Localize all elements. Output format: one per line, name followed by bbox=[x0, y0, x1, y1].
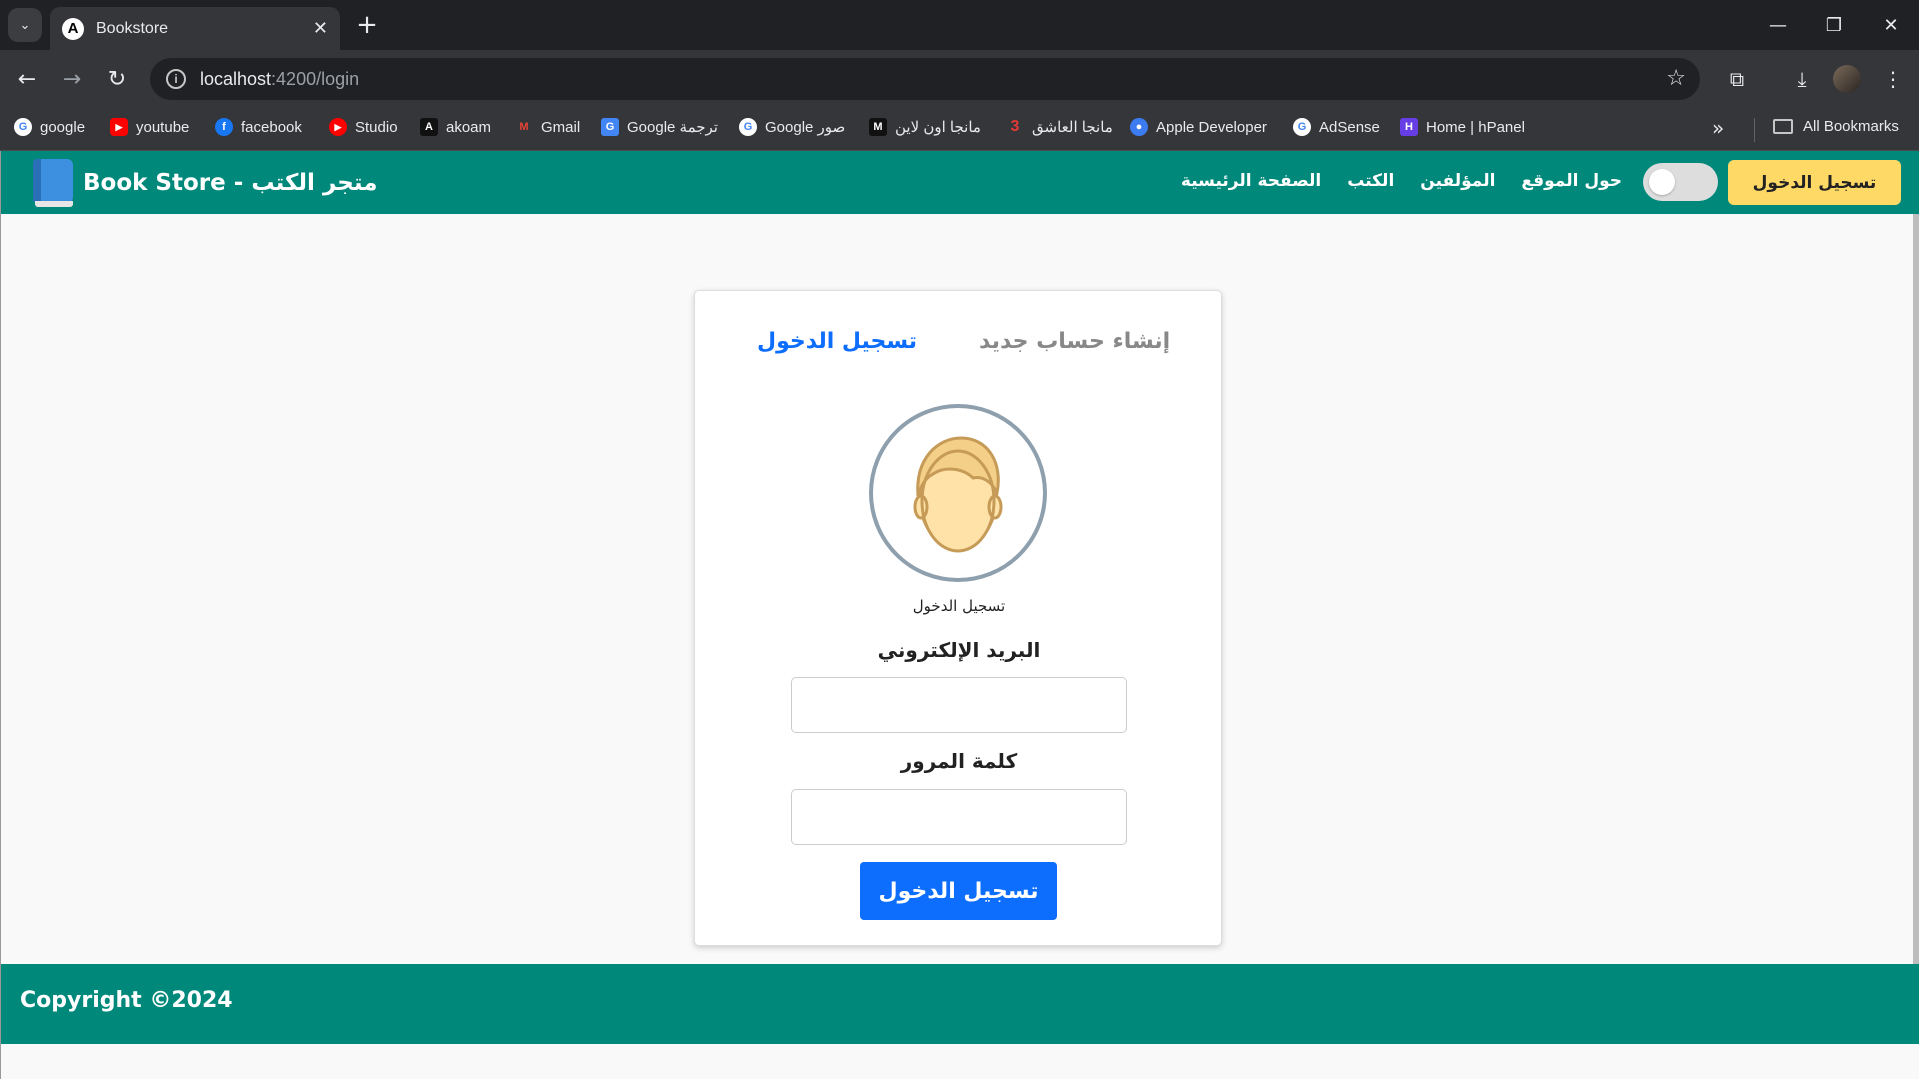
bookmark-label: AdSense bbox=[1319, 118, 1380, 136]
avatar-caption: تسجيل الدخول bbox=[912, 597, 1006, 615]
hostinger-icon: H bbox=[1400, 118, 1418, 136]
browser-tab[interactable]: A Bookstore ✕ bbox=[50, 7, 340, 50]
email-label: البريد الإلكتروني bbox=[877, 638, 1041, 662]
restore-icon[interactable]: ❐ bbox=[1814, 8, 1854, 42]
bookmark-facebook[interactable]: f facebook bbox=[215, 118, 302, 136]
bookmark-google-translate[interactable]: G Google ترجمة bbox=[601, 118, 718, 136]
email-field[interactable] bbox=[791, 677, 1127, 733]
password-label: كلمة المرور bbox=[900, 749, 1018, 773]
bookmark-label: مانجا اون لاين bbox=[895, 119, 981, 136]
tab-close-icon[interactable]: ✕ bbox=[313, 18, 328, 39]
forward-arrow-icon[interactable]: → bbox=[55, 62, 89, 96]
bookmarks-bar: Ggoogle ▶ youtube f facebook ▶ Studio Aakoa… bbox=[0, 108, 1919, 151]
menu-kebab-icon[interactable]: ⋮ bbox=[1876, 62, 1910, 96]
bookmark-manga-lover[interactable]: 3 مانجا العاشق bbox=[1006, 118, 1113, 136]
bookmark-label: Home | hPanel bbox=[1426, 118, 1525, 136]
close-window-icon[interactable]: ✕ bbox=[1871, 8, 1911, 42]
folder-icon bbox=[1773, 119, 1793, 134]
bookmark-manga-online[interactable]: M مانجا اون لاين bbox=[869, 118, 981, 136]
google-translate-icon: G bbox=[601, 118, 619, 136]
site-info-icon[interactable]: i bbox=[166, 69, 186, 89]
brand[interactable]: Book Store - متجر الكتب bbox=[29, 157, 377, 209]
google-icon: G bbox=[1293, 118, 1311, 136]
site-footer: Copyright ©2024 bbox=[1, 964, 1919, 1044]
book-icon bbox=[29, 157, 75, 209]
tab-search-chevron-icon[interactable]: ⌄ bbox=[8, 8, 42, 42]
address-bar[interactable]: i localhost:4200/login ☆ bbox=[150, 58, 1700, 100]
manga-lover-icon: 3 bbox=[1010, 118, 1020, 135]
google-icon: G bbox=[739, 118, 757, 136]
page-viewport: Book Store - متجر الكتب حول الموقع المؤل… bbox=[0, 151, 1919, 1079]
password-field[interactable] bbox=[791, 789, 1127, 845]
bookmark-label: facebook bbox=[241, 118, 302, 136]
more-bookmarks-icon[interactable]: » bbox=[1712, 116, 1724, 140]
bookmark-google[interactable]: Ggoogle bbox=[14, 118, 85, 136]
google-icon: G bbox=[14, 118, 32, 136]
site-navbar: Book Store - متجر الكتب حول الموقع المؤل… bbox=[1, 151, 1919, 214]
youtube-studio-icon: ▶ bbox=[329, 118, 347, 136]
angular-favicon-icon: A bbox=[62, 17, 84, 40]
browser-tabstrip: ⌄ A Bookstore ✕ + — ❐ ✕ bbox=[0, 0, 1919, 50]
brand-title: Book Store - متجر الكتب bbox=[83, 170, 378, 196]
all-bookmarks-label: All Bookmarks bbox=[1803, 118, 1899, 135]
tab-title: Bookstore bbox=[96, 19, 169, 37]
bookmark-label: Google صور bbox=[765, 119, 846, 136]
bookmark-label: akoam bbox=[446, 118, 492, 136]
bookmark-apple-developer[interactable]: ● Apple Developer bbox=[1130, 118, 1267, 136]
bookmark-label: google bbox=[40, 118, 86, 136]
url-text: localhost:4200/login bbox=[200, 69, 359, 90]
page-scrollbar[interactable] bbox=[1913, 214, 1919, 964]
browser-toolbar: ← → ↻ i localhost:4200/login ☆ ⧉ ⤓ ⋮ bbox=[0, 50, 1919, 108]
bookmark-label: Gmail bbox=[541, 118, 581, 136]
nav-link-books[interactable]: الكتب bbox=[1347, 171, 1394, 191]
bookmark-hpanel[interactable]: H Home | hPanel bbox=[1400, 118, 1525, 136]
new-tab-plus-icon[interactable]: + bbox=[352, 10, 382, 40]
akoam-icon: A bbox=[420, 118, 438, 136]
facebook-icon: f bbox=[215, 118, 233, 136]
nav-link-home[interactable]: الصفحة الرئيسية bbox=[1181, 171, 1321, 191]
user-avatar bbox=[869, 404, 1047, 582]
toggle-knob bbox=[1649, 169, 1675, 195]
user-face-icon bbox=[913, 436, 1003, 553]
navbar-login-button[interactable]: تسجيل الدخول bbox=[1728, 160, 1901, 205]
nav-links: حول الموقع المؤلفين الكتب الصفحة الرئيسي… bbox=[1181, 171, 1622, 191]
reload-icon[interactable]: ↻ bbox=[100, 62, 134, 96]
minimize-icon[interactable]: — bbox=[1758, 8, 1798, 42]
bookmark-gmail[interactable]: M Gmail bbox=[515, 118, 580, 136]
login-submit-button[interactable]: تسجيل الدخول bbox=[860, 862, 1057, 920]
bookmark-studio[interactable]: ▶ Studio bbox=[329, 118, 398, 136]
bookmark-google-photos[interactable]: G Google صور bbox=[739, 118, 845, 136]
theme-toggle[interactable] bbox=[1643, 163, 1718, 201]
copyright-text: Copyright ©2024 bbox=[20, 988, 233, 1013]
bookmark-label: Studio bbox=[355, 118, 398, 136]
apple-developer-icon: ● bbox=[1130, 118, 1148, 136]
manga-online-icon: M bbox=[869, 118, 887, 136]
bookmark-label: مانجا العاشق bbox=[1032, 119, 1113, 136]
url-host: localhost bbox=[200, 68, 272, 89]
all-bookmarks-button[interactable]: All Bookmarks bbox=[1773, 118, 1899, 135]
bookmark-adsense[interactable]: G AdSense bbox=[1293, 118, 1380, 136]
gmail-icon: M bbox=[519, 121, 529, 133]
tab-register[interactable]: إنشاء حساب جديد bbox=[979, 329, 1170, 354]
extensions-icon[interactable]: ⧉ bbox=[1720, 62, 1754, 96]
youtube-icon: ▶ bbox=[110, 118, 128, 136]
nav-link-authors[interactable]: المؤلفين bbox=[1420, 171, 1495, 191]
bookmark-youtube[interactable]: ▶ youtube bbox=[110, 118, 189, 136]
profile-avatar[interactable] bbox=[1833, 65, 1861, 93]
bookmark-star-icon[interactable]: ☆ bbox=[1666, 66, 1686, 91]
bookmarks-divider bbox=[1754, 118, 1755, 142]
back-arrow-icon[interactable]: ← bbox=[10, 62, 44, 96]
nav-link-about[interactable]: حول الموقع bbox=[1521, 171, 1622, 191]
bookmark-label: Apple Developer bbox=[1156, 118, 1267, 136]
login-card: تسجيل الدخول إنشاء حساب جديد تسجيل الدخو… bbox=[694, 290, 1222, 946]
bookmark-label: youtube bbox=[136, 118, 190, 136]
url-path: :4200/login bbox=[271, 68, 360, 89]
bookmark-label: Google ترجمة bbox=[627, 119, 718, 136]
tab-login[interactable]: تسجيل الدخول bbox=[757, 329, 917, 354]
download-icon[interactable]: ⤓ bbox=[1785, 62, 1819, 96]
bookmark-akoam[interactable]: Aakoam bbox=[420, 118, 491, 136]
